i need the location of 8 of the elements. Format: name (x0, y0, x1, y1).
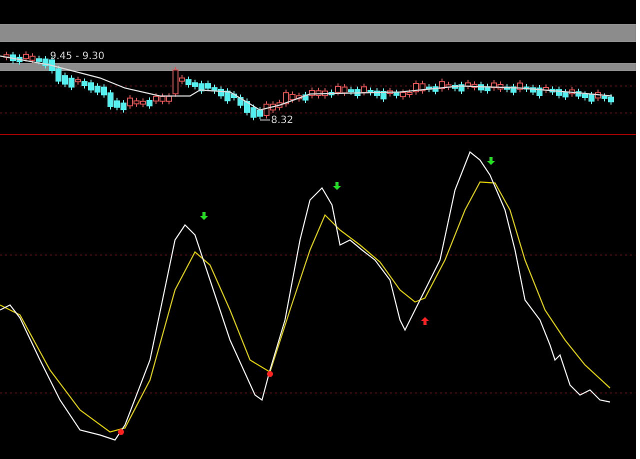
down-arrow-icon (333, 182, 341, 190)
down-arrow-icon (200, 212, 208, 220)
up-arrow-icon (421, 317, 429, 325)
signal-dot-icon (267, 371, 273, 377)
low-price-label: 8.32 (271, 115, 294, 126)
price-range-label: 9.45 - 9.30 (50, 51, 104, 62)
signal-dot-icon (118, 429, 124, 435)
down-arrow-icon (487, 157, 495, 165)
